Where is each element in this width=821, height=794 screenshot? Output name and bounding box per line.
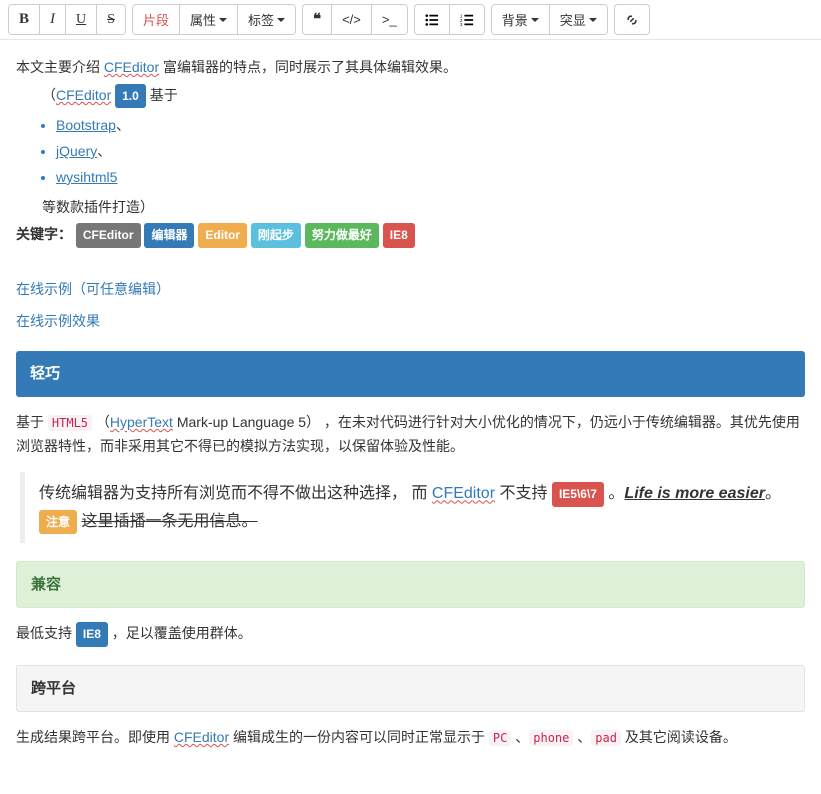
cfeditor-link[interactable]: CFEditor (104, 59, 159, 75)
highlight-button[interactable]: 突显 (550, 5, 607, 34)
tag-button[interactable]: 标签 (238, 5, 295, 34)
emphasis-text: Life is more easier (624, 485, 765, 502)
cfeditor-link[interactable]: CFEditor (56, 87, 111, 103)
code-button[interactable]: </> (332, 5, 372, 34)
library-list: Bootstrap、 jQuery、 wysihtml5 (16, 114, 805, 189)
list-ol-icon: 123 (460, 13, 474, 27)
unordered-list-button[interactable] (415, 5, 450, 34)
block-group: 片段 属性 标签 (132, 4, 296, 35)
list-item: jQuery、 (56, 140, 805, 164)
list-group: 123 (414, 4, 485, 35)
phone-code: phone (529, 730, 573, 746)
version-badge: 1.0 (115, 84, 146, 108)
keyword-badge: IE8 (383, 223, 415, 247)
crossplatform-paragraph: 生成结果跨平台。即使用 CFEditor 编辑成生的一份内容可以同时正常显示于 … (16, 726, 805, 750)
html5-code: HTML5 (48, 415, 92, 431)
format-group: B I U S (8, 4, 126, 35)
heading-compatible: 兼容 (16, 561, 805, 609)
svg-text:3: 3 (460, 22, 463, 27)
caret-icon (531, 18, 539, 22)
link-icon (625, 13, 639, 27)
cfeditor-link[interactable]: CFEditor (432, 485, 495, 502)
ie8-badge: IE8 (76, 622, 108, 646)
link-group (614, 4, 650, 35)
strike-button[interactable]: S (97, 5, 125, 34)
pc-code: PC (489, 730, 511, 746)
note-badge: 注意 (39, 510, 77, 534)
ordered-list-button[interactable]: 123 (450, 5, 484, 34)
insert-group: ❝ </> >_ (302, 4, 408, 35)
keyword-badge: 刚起步 (251, 223, 301, 247)
color-group: 背景 突显 (491, 4, 608, 35)
intro-close: 等数款插件打造） (16, 196, 805, 220)
blockquote: 传统编辑器为支持所有浏览而不得不做出这种选择， 而 CFEditor 不支持 I… (20, 472, 805, 542)
compatible-paragraph: 最低支持 IE8 ，足以覆盖使用群体。 (16, 622, 805, 646)
caret-icon (589, 18, 597, 22)
bold-button[interactable]: B (9, 5, 40, 34)
keywords-line: 关键字： CFEditor 编辑器 Editor 刚起步 努力做最好 IE8 (16, 223, 805, 247)
jquery-link[interactable]: jQuery (56, 143, 97, 159)
cfeditor-link[interactable]: CFEditor (174, 729, 229, 745)
intro-based: （CFEditor 1.0 基于 (16, 84, 805, 108)
hypertext-link[interactable]: HyperText (110, 414, 173, 430)
background-button[interactable]: 背景 (492, 5, 550, 34)
list-ul-icon (425, 13, 439, 27)
ie567-badge: IE5\6\7 (552, 482, 604, 506)
quote-button[interactable]: ❝ (303, 5, 332, 34)
toc-demo-edit-link[interactable]: 在线示例（可任意编辑） (16, 278, 805, 302)
underline-button[interactable]: U (66, 5, 97, 34)
terminal-button[interactable]: >_ (372, 5, 407, 34)
caret-icon (219, 18, 227, 22)
intro-line: 本文主要介绍 CFEditor 富编辑器的特点，同时展示了其具体编辑效果。 (16, 56, 805, 80)
lightweight-paragraph: 基于 HTML5 （HyperText Mark-up Language 5） … (16, 411, 805, 459)
heading-crossplatform: 跨平台 (16, 665, 805, 713)
segment-button[interactable]: 片段 (133, 5, 180, 34)
caret-icon (277, 18, 285, 22)
pad-code: pad (591, 730, 621, 746)
keyword-badge: 编辑器 (144, 223, 194, 247)
editor-toolbar: B I U S 片段 属性 标签 ❝ </> >_ 123 背景 突显 (0, 0, 821, 40)
wysihtml5-link[interactable]: wysihtml5 (56, 169, 117, 185)
editor-content[interactable]: 本文主要介绍 CFEditor 富编辑器的特点，同时展示了其具体编辑效果。 （C… (0, 40, 821, 766)
italic-button[interactable]: I (40, 5, 66, 34)
keyword-badge: 努力做最好 (305, 223, 379, 247)
heading-lightweight: 轻巧 (16, 351, 805, 397)
list-item: Bootstrap、 (56, 114, 805, 138)
toc-demo-result-link[interactable]: 在线示例效果 (16, 310, 805, 334)
list-item: wysihtml5 (56, 166, 805, 190)
bootstrap-link[interactable]: Bootstrap (56, 117, 116, 133)
link-button[interactable] (615, 5, 649, 34)
strike-text: 这里插播一条无用信息。 (81, 513, 257, 530)
keyword-badge: Editor (198, 223, 247, 247)
attributes-button[interactable]: 属性 (180, 5, 238, 34)
keyword-badge: CFEditor (76, 223, 141, 247)
